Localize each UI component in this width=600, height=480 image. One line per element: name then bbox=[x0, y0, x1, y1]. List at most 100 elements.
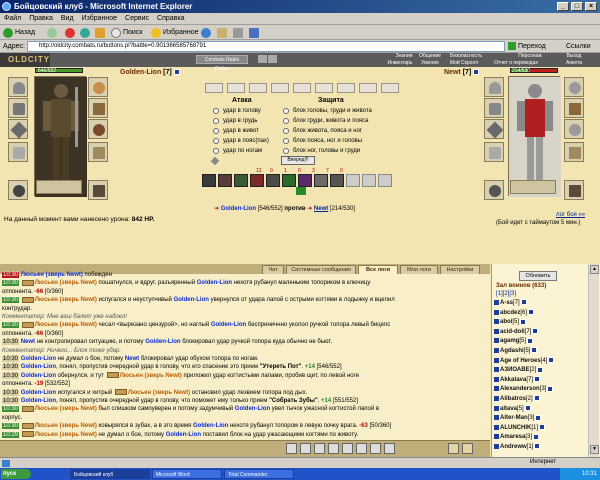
trick-icon-magic[interactable] bbox=[298, 174, 312, 187]
trick-icon-empty[interactable] bbox=[346, 174, 360, 187]
pet-name[interactable]: Люсьен (зверь Newt) bbox=[35, 423, 97, 429]
smiley-icon[interactable] bbox=[286, 443, 297, 454]
attack-groin-option[interactable]: удар в пояс(пах) bbox=[212, 137, 269, 145]
task-browser[interactable]: Бойцовский клуб bbox=[70, 469, 150, 479]
chat-timestamp[interactable]: 10:30 bbox=[2, 297, 20, 304]
left-name-text[interactable]: Golden-Lion bbox=[120, 69, 161, 76]
player-list-item[interactable]: abcdez[6] bbox=[494, 309, 586, 318]
player-list-item[interactable]: ALUNCHIK[1] bbox=[494, 424, 586, 433]
send-icon[interactable] bbox=[384, 443, 395, 454]
go-button[interactable]: Переход bbox=[518, 40, 546, 53]
right-helmet-slot[interactable] bbox=[484, 77, 504, 97]
menu-file[interactable]: Файл bbox=[0, 13, 25, 25]
print-button[interactable] bbox=[232, 26, 245, 39]
trick-slot[interactable] bbox=[337, 83, 355, 93]
left-shoulder-slot[interactable] bbox=[8, 98, 28, 118]
player-name[interactable]: Golden-Lion bbox=[21, 398, 56, 404]
home-button[interactable] bbox=[94, 26, 107, 39]
player-list-name[interactable]: aboi bbox=[500, 319, 512, 325]
chat-mode-icon[interactable] bbox=[448, 443, 459, 454]
quit-icon[interactable] bbox=[462, 443, 473, 454]
player-list-name[interactable]: A-ss bbox=[500, 300, 513, 306]
player-name[interactable]: Golden-Lion bbox=[21, 356, 56, 362]
player-list-name[interactable]: Agdashi bbox=[500, 348, 524, 354]
info-icon[interactable] bbox=[528, 309, 535, 316]
color-icon[interactable] bbox=[370, 443, 381, 454]
right-name-text[interactable]: Newt bbox=[444, 69, 461, 76]
translit-icon[interactable] bbox=[300, 443, 311, 454]
right-shield-slot[interactable] bbox=[564, 119, 584, 139]
info-icon[interactable] bbox=[534, 376, 541, 383]
minimize-button[interactable]: _ bbox=[557, 2, 569, 11]
pet-name[interactable]: Люсьен (зверь Newt) bbox=[128, 390, 190, 396]
player-list-item[interactable]: agamg[5] bbox=[494, 337, 586, 346]
info-icon[interactable] bbox=[537, 366, 544, 373]
players-scrollbar[interactable]: ▲ ▼ bbox=[588, 264, 599, 457]
mail-button[interactable] bbox=[216, 26, 229, 39]
player-name[interactable]: Newt bbox=[21, 339, 35, 345]
left-shield-slot[interactable] bbox=[88, 119, 108, 139]
right-boots-slot[interactable] bbox=[564, 180, 584, 200]
left-character-portrait[interactable] bbox=[34, 76, 87, 197]
info-icon[interactable] bbox=[531, 347, 538, 354]
player-list-name[interactable]: Alexanderson bbox=[500, 386, 540, 392]
player-list-item[interactable]: altava[5] bbox=[494, 405, 586, 414]
trick-slot[interactable] bbox=[249, 83, 267, 93]
chat-timestamp[interactable]: 10:30 bbox=[2, 372, 20, 379]
info-icon[interactable] bbox=[524, 405, 531, 412]
info-icon[interactable] bbox=[520, 318, 527, 325]
player-list-name[interactable]: Alter-Man bbox=[500, 415, 528, 421]
trick-slot[interactable] bbox=[315, 83, 333, 93]
pet-name[interactable]: Люсьен (зверь Newt) bbox=[35, 297, 97, 303]
chat-timestamp[interactable]: 10:30 bbox=[2, 423, 20, 430]
player-list-name[interactable]: altava bbox=[500, 406, 517, 412]
left-helmet-slot[interactable] bbox=[8, 77, 28, 97]
attack-belly-option[interactable]: удар в живот bbox=[212, 127, 259, 135]
trick-icon-blood[interactable] bbox=[218, 174, 232, 187]
player-list-item[interactable]: acid-doll[7] bbox=[494, 328, 586, 337]
left-body-slot[interactable] bbox=[8, 142, 28, 162]
trick-slot[interactable] bbox=[359, 83, 377, 93]
nav-character[interactable]: Персонаж bbox=[508, 53, 552, 59]
trick-slot[interactable] bbox=[381, 83, 399, 93]
left-weapon-slot[interactable] bbox=[8, 119, 28, 139]
info-icon[interactable] bbox=[534, 443, 541, 450]
trick-slot[interactable] bbox=[205, 83, 223, 93]
radio-icon[interactable] bbox=[213, 148, 219, 154]
chat-timestamp[interactable]: 10:30 bbox=[2, 389, 20, 396]
trick-icon-empty[interactable] bbox=[378, 174, 392, 187]
info-icon[interactable] bbox=[527, 337, 534, 344]
pagination[interactable]: [1][2][3] bbox=[496, 291, 516, 297]
mute-icon[interactable] bbox=[268, 55, 277, 63]
info-icon[interactable] bbox=[535, 414, 542, 421]
filter-icon[interactable] bbox=[328, 443, 339, 454]
player-name[interactable]: Golden-Lion bbox=[193, 423, 228, 429]
left-belt-slot[interactable] bbox=[8, 180, 28, 200]
info-icon[interactable] bbox=[520, 299, 527, 306]
right-shoulder-slot[interactable] bbox=[484, 98, 504, 118]
scroll-down-icon[interactable]: ▼ bbox=[590, 445, 599, 454]
radio-icon[interactable] bbox=[213, 138, 219, 144]
stop-button[interactable] bbox=[64, 26, 77, 39]
player-list-name[interactable]: Andreww bbox=[500, 444, 527, 450]
radio-icon[interactable] bbox=[213, 118, 219, 124]
player-list-item[interactable]: Agdashi[5] bbox=[494, 347, 586, 356]
player-list-item[interactable]: Andreww[1] bbox=[494, 443, 586, 452]
clear-icon[interactable] bbox=[314, 443, 325, 454]
defense-option-3[interactable]: блок живота, пояса и ног bbox=[282, 127, 362, 135]
radio-icon[interactable] bbox=[213, 128, 219, 134]
trick-icon-strike[interactable] bbox=[250, 174, 264, 187]
chat-timestamp[interactable]: 10:30 bbox=[2, 356, 20, 362]
menu-tools[interactable]: Сервис bbox=[121, 13, 153, 25]
player-list-name[interactable]: АЗИОАВЕ bbox=[500, 367, 530, 373]
go-arrow-icon[interactable] bbox=[508, 42, 516, 50]
player-name[interactable]: Golden-Lion bbox=[145, 339, 180, 345]
player-list-item[interactable]: Akkatava[7] bbox=[494, 376, 586, 385]
selected-trick-icon[interactable] bbox=[296, 187, 306, 195]
info-icon[interactable] bbox=[532, 328, 539, 335]
nav-transfers[interactable]: Отчет о переводах bbox=[488, 60, 544, 66]
edit-button[interactable] bbox=[248, 26, 261, 39]
trick-icon-empty[interactable] bbox=[362, 174, 376, 187]
versus-right-name[interactable]: Newt bbox=[314, 206, 328, 212]
defense-option-5[interactable]: блок ног, головы и груди bbox=[282, 147, 360, 155]
